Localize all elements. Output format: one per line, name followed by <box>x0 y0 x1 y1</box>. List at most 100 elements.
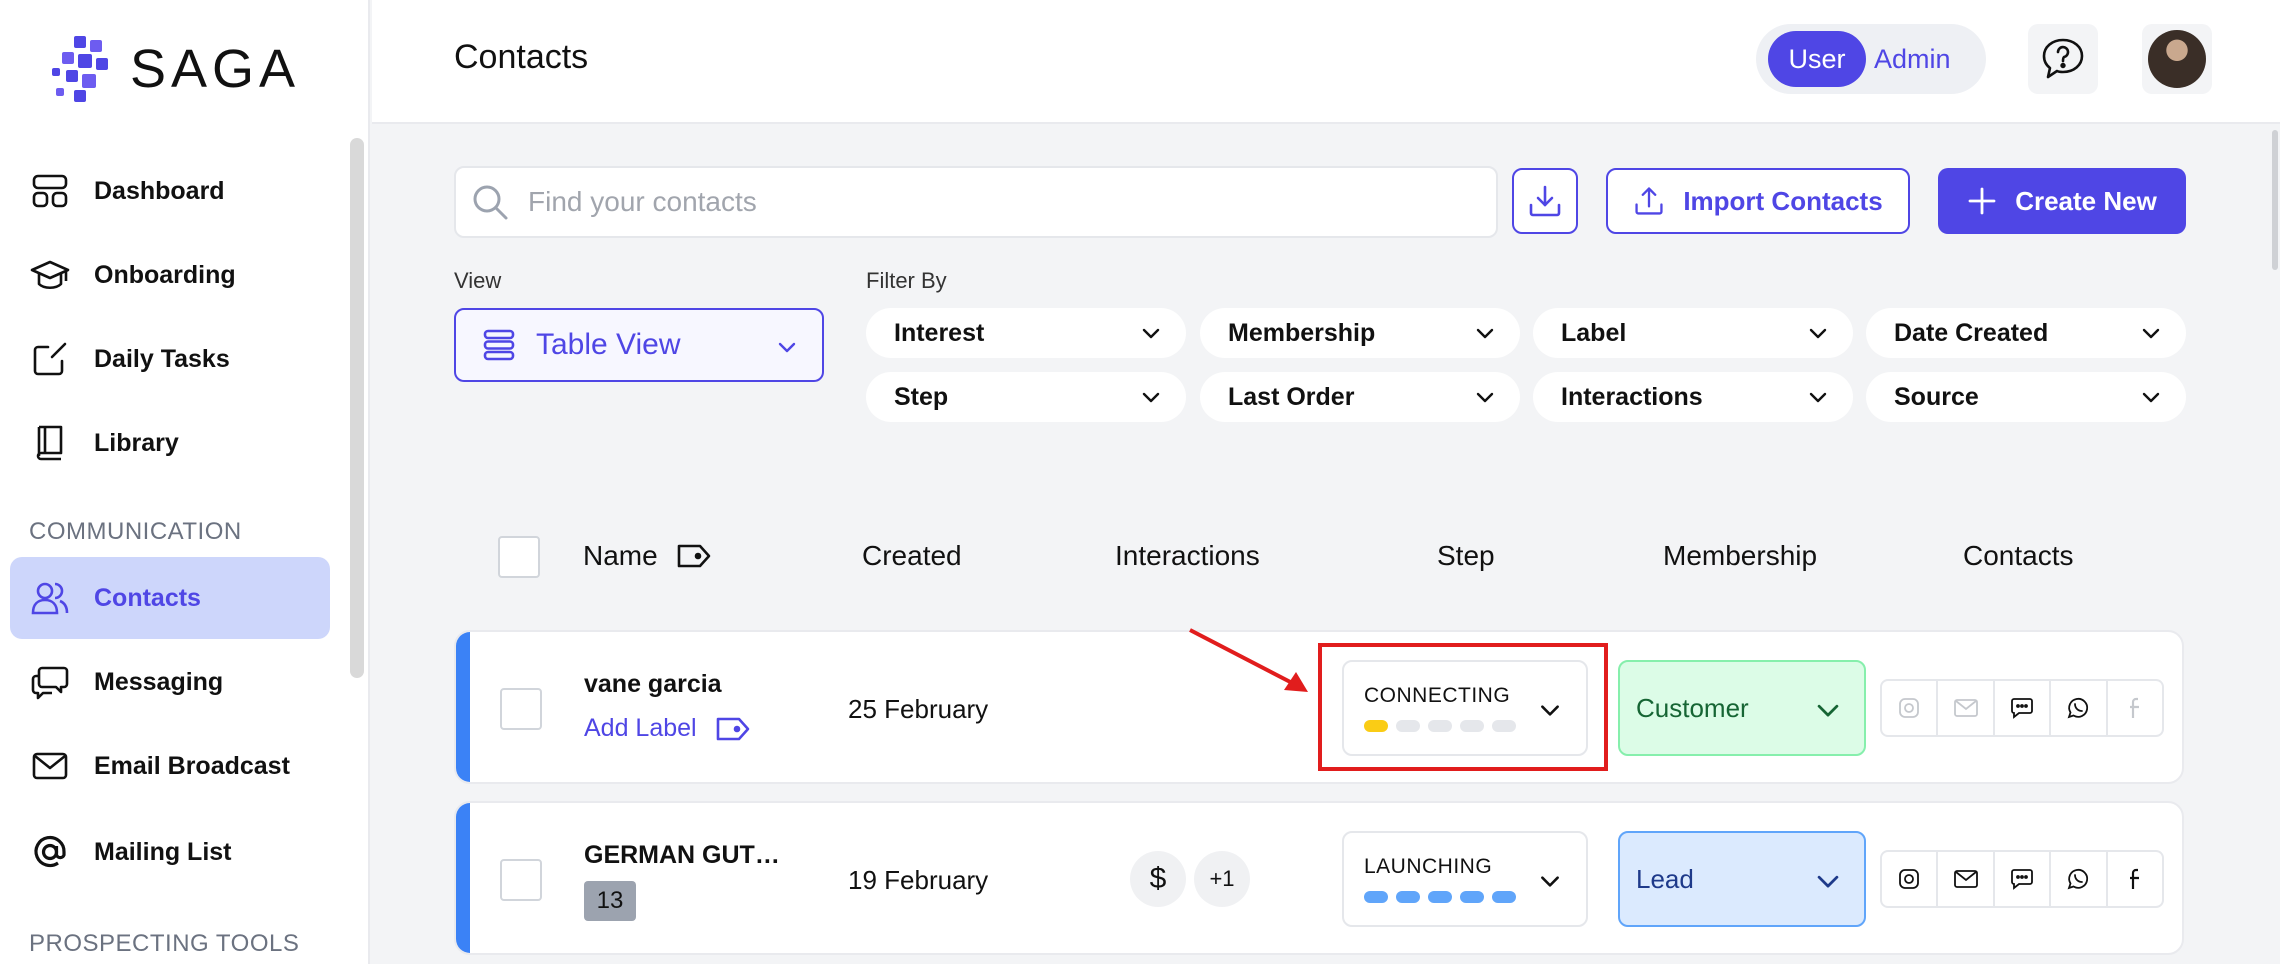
sidebar-scrollbar[interactable] <box>350 138 364 678</box>
email-button[interactable] <box>1938 681 1995 735</box>
view-select[interactable]: Table View <box>454 308 824 382</box>
role-admin-button[interactable]: Admin <box>1874 31 1951 87</box>
sidebar-item-label: Email Broadcast <box>94 751 290 780</box>
create-new-button[interactable]: Create New <box>1938 168 2186 234</box>
sidebar-item-contacts[interactable]: Contacts <box>10 557 330 639</box>
table-row[interactable]: GERMAN GUT… 13 19 February $ +1 LAUNCHIN… <box>454 801 2184 955</box>
step-progress-dot <box>1492 891 1516 903</box>
at-sign-icon <box>34 835 66 868</box>
chevron-down-icon <box>1817 704 1839 717</box>
upload-icon <box>1635 187 1663 215</box>
facebook-button[interactable] <box>2108 681 2162 735</box>
filter-label-select[interactable]: Label <box>1533 308 1853 358</box>
user-avatar[interactable] <box>2142 24 2212 94</box>
step-select[interactable]: LAUNCHING <box>1342 831 1588 927</box>
section-prospecting-tools: PROSPECTING TOOLS <box>29 930 300 957</box>
annotation-arrow <box>1189 628 1308 692</box>
filter-label: Interactions <box>1561 382 1703 411</box>
book-icon <box>36 425 63 461</box>
filter-by-label: Filter By <box>866 268 947 293</box>
top-header: Contacts User Admin <box>372 0 2280 124</box>
message-icon <box>2011 698 2033 719</box>
sidebar-item-daily-tasks[interactable]: Daily Tasks <box>10 318 330 400</box>
filter-date-created[interactable]: Date Created <box>1866 308 2186 358</box>
filter-source[interactable]: Source <box>1866 372 2186 422</box>
interaction-more[interactable]: +1 <box>1194 851 1250 907</box>
membership-select[interactable]: Customer <box>1618 660 1866 756</box>
section-communication: COMMUNICATION <box>29 518 242 545</box>
chevron-down-icon <box>1142 328 1160 339</box>
sidebar-item-library[interactable]: Library <box>10 402 330 484</box>
column-header-step[interactable]: Step <box>1437 540 1495 572</box>
select-all-checkbox[interactable] <box>498 536 540 578</box>
sidebar-item-mailing-list[interactable]: Mailing List <box>10 811 330 893</box>
edit-square-icon <box>33 342 67 376</box>
email-button[interactable] <box>1938 852 1995 906</box>
tag-icon <box>716 717 749 740</box>
filter-interest[interactable]: Interest <box>866 308 1186 358</box>
chevron-down-icon <box>1142 392 1160 403</box>
filter-label: Source <box>1894 382 1979 411</box>
import-contacts-button[interactable]: Import Contacts <box>1606 168 1910 234</box>
filter-interactions[interactable]: Interactions <box>1533 372 1853 422</box>
sidebar-item-email-broadcast[interactable]: Email Broadcast <box>10 725 330 807</box>
column-header-name[interactable]: Name <box>583 540 712 572</box>
sms-button[interactable] <box>1995 852 2052 906</box>
row-checkbox[interactable] <box>500 859 542 901</box>
saga-logo[interactable]: SAGA <box>52 36 300 102</box>
download-button[interactable] <box>1512 168 1578 234</box>
sidebar-item-messaging[interactable]: Messaging <box>10 641 330 723</box>
row-accent-bar <box>456 632 470 782</box>
column-header-contacts[interactable]: Contacts <box>1963 540 2074 572</box>
view-label: View <box>454 268 502 293</box>
search-input[interactable] <box>528 186 1428 218</box>
whatsapp-button[interactable] <box>2051 852 2108 906</box>
chevron-down-icon <box>1817 875 1839 888</box>
facebook-button[interactable] <box>2108 852 2162 906</box>
chevron-down-icon <box>1541 876 1559 887</box>
whatsapp-button[interactable] <box>2051 681 2108 735</box>
sidebar-item-label: Dashboard <box>94 176 225 205</box>
chevron-down-icon <box>778 342 796 353</box>
mail-icon <box>1953 870 1978 888</box>
page-scrollbar-thumb[interactable] <box>2272 130 2278 270</box>
sidebar-item-onboarding[interactable]: Onboarding <box>10 234 330 316</box>
interaction-dollar[interactable]: $ <box>1130 851 1186 907</box>
tag-icon <box>677 544 711 568</box>
created-date: 25 February <box>848 694 989 724</box>
chevron-down-icon <box>2142 392 2160 403</box>
filter-step[interactable]: Step <box>866 372 1186 422</box>
help-button[interactable] <box>2028 24 2098 94</box>
instagram-button[interactable] <box>1882 681 1939 735</box>
saga-logo-icon <box>52 36 108 102</box>
add-label-button[interactable]: Add Label <box>584 714 751 743</box>
row-checkbox[interactable] <box>500 688 542 730</box>
sidebar-item-dashboard[interactable]: Dashboard <box>10 150 330 232</box>
import-contacts-label: Import Contacts <box>1683 185 1883 216</box>
contact-channels <box>1880 679 2164 737</box>
filter-label: Membership <box>1228 318 1376 347</box>
contact-name[interactable]: GERMAN GUT… <box>584 841 780 870</box>
step-label: LAUNCHING <box>1364 855 1493 878</box>
contact-name[interactable]: vane garcia <box>584 670 722 699</box>
column-header-interactions[interactable]: Interactions <box>1115 540 1260 572</box>
filter-label: Last Order <box>1228 382 1355 411</box>
chat-bubbles-icon <box>31 666 69 700</box>
plus-icon <box>1968 187 1996 215</box>
step-progress-dot <box>1396 891 1420 903</box>
help-chat-icon <box>2042 38 2084 79</box>
search-box <box>454 166 1498 238</box>
sidebar: SAGA Dashboard Onboarding Daily Tasks Li… <box>0 0 370 964</box>
filter-membership[interactable]: Membership <box>1200 308 1520 358</box>
filter-last-order[interactable]: Last Order <box>1200 372 1520 422</box>
row-accent-bar <box>456 803 470 953</box>
column-header-created[interactable]: Created <box>862 540 962 572</box>
sms-button[interactable] <box>1995 681 2052 735</box>
membership-select[interactable]: Lead <box>1618 831 1866 927</box>
column-header-label: Name <box>583 540 658 571</box>
sidebar-item-label: Onboarding <box>94 260 236 289</box>
sidebar-item-label: Messaging <box>94 667 224 696</box>
column-header-membership[interactable]: Membership <box>1663 540 1817 572</box>
instagram-button[interactable] <box>1882 852 1939 906</box>
role-user-button[interactable]: User <box>1768 31 1866 87</box>
